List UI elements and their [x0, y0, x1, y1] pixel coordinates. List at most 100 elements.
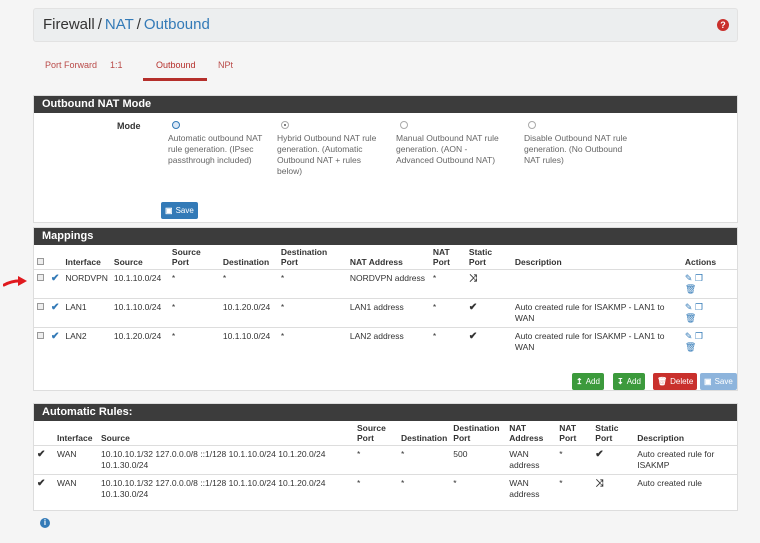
cell-nat-address: LAN1 address — [346, 298, 430, 328]
col-nat-address: NAT Address — [349, 257, 403, 267]
copy-icon[interactable]: ❐ — [695, 273, 703, 283]
radio-hybrid[interactable] — [281, 121, 289, 129]
col-static-port: Static Port — [595, 423, 619, 443]
row-checkbox[interactable] — [37, 274, 44, 281]
mappings-panel: Mappings Interface Source Source Port De… — [33, 227, 738, 391]
col-actions: Actions — [684, 257, 717, 267]
delete-button[interactable]: 🗑 Delete — [653, 373, 698, 390]
tab-port-forward[interactable]: Port Forward — [45, 60, 97, 70]
radio-disable[interactable] — [528, 121, 536, 129]
mode-label: Mode — [117, 121, 141, 131]
mode-option-text: Automatic outbound NAT rule generation. … — [168, 133, 263, 165]
cell-nat-port: * — [556, 474, 593, 503]
row-checkbox[interactable] — [37, 303, 44, 310]
table-row[interactable]: ✔ LAN2 10.1.20.0/24 * 10.1.10.0/24 * LAN… — [34, 327, 737, 356]
edit-icon[interactable]: ✎ — [685, 273, 693, 283]
edit-icon[interactable]: ✎ — [685, 302, 693, 312]
help-icon[interactable]: ? — [717, 19, 729, 31]
col-description: Description — [637, 433, 685, 443]
cell-destination: * — [219, 269, 278, 299]
copy-icon[interactable]: ❐ — [695, 331, 703, 341]
radio-automatic[interactable] — [172, 121, 180, 129]
cell-description: Auto created rule for ISAKMP — [634, 445, 737, 475]
static-check-icon: ✔ — [468, 302, 478, 313]
tab-npt[interactable]: NPt — [218, 60, 233, 70]
save-icon: ▣ — [704, 377, 712, 386]
mode-option-text: Manual Outbound NAT rule generation. (AO… — [396, 133, 499, 165]
col-destination-port: Destination Port — [453, 423, 500, 443]
radio-manual[interactable] — [400, 121, 408, 129]
delete-icon[interactable]: 🗑 — [685, 284, 696, 294]
cell-source-port: * — [354, 474, 398, 503]
mode-option-hybrid[interactable]: Hybrid Outbound NAT rule generation. (Au… — [277, 121, 387, 177]
shuffle-icon: ⤨ — [595, 478, 604, 489]
arrow-up-icon: ↥ — [576, 377, 583, 386]
row-checkbox[interactable] — [37, 332, 44, 339]
breadcrumb-nat[interactable]: NAT — [105, 16, 134, 33]
col-destination-port: Destination Port — [280, 247, 328, 267]
mode-save-button[interactable]: ▣ Save — [161, 202, 198, 219]
mode-option-manual[interactable]: Manual Outbound NAT rule generation. (AO… — [396, 121, 506, 166]
save-label: Save — [714, 377, 733, 386]
mode-option-text: Disable Outbound NAT rule generation. (N… — [524, 133, 628, 165]
arrow-down-icon: ↧ — [617, 377, 624, 386]
edit-icon[interactable]: ✎ — [685, 331, 693, 341]
tab-outbound[interactable]: Outbound — [156, 60, 196, 70]
mode-option-automatic[interactable]: Automatic outbound NAT rule generation. … — [168, 121, 278, 166]
breadcrumb-outbound[interactable]: Outbound — [144, 16, 210, 33]
col-nat-address: NAT Address — [509, 423, 544, 443]
copy-icon[interactable]: ❐ — [695, 302, 703, 312]
annotation-arrow-icon — [3, 276, 27, 287]
col-destination: Destination — [401, 433, 448, 443]
delete-icon[interactable]: 🗑 — [685, 313, 696, 323]
breadcrumb-separator: / — [97, 16, 102, 33]
info-icon[interactable]: i — [40, 518, 50, 528]
mappings-save-button[interactable]: ▣ Save — [700, 373, 737, 390]
cell-description: Auto created rule for ISAKMP - LAN1 to W… — [511, 298, 682, 328]
table-row[interactable]: ✔ NORDVPN 10.1.10.0/24 * * * NORDVPN add… — [34, 269, 737, 299]
add-rule-top-button[interactable]: ↥ Add — [572, 373, 604, 390]
select-all-checkbox[interactable] — [37, 258, 44, 265]
col-static-port: Static Port — [468, 247, 493, 267]
cell-description: Auto created rule — [634, 474, 737, 503]
save-label: Save — [175, 206, 194, 215]
cell-nat-address: WAN address — [506, 474, 557, 503]
delete-icon[interactable]: 🗑 — [685, 342, 696, 352]
enabled-check-icon: ✔ — [37, 449, 46, 460]
automatic-rules-panel: Automatic Rules: Interface Source Source… — [33, 403, 738, 511]
add-label: Add — [585, 377, 600, 386]
cell-description: Auto created rule for ISAKMP - LAN1 to W… — [511, 327, 682, 356]
cell-source: 10.1.10.0/24 — [110, 298, 169, 328]
cell-source: 10.1.10.0/24 — [110, 269, 169, 299]
mode-option-disable[interactable]: Disable Outbound NAT rule generation. (N… — [524, 121, 634, 166]
cell-destination: * — [398, 474, 451, 503]
enabled-check-icon[interactable]: ✔ — [51, 331, 59, 342]
cell-destination: 10.1.20.0/24 — [219, 298, 278, 328]
cell-nat-port: * — [429, 269, 466, 299]
cell-source: 10.1.20.0/24 — [110, 327, 169, 356]
outbound-nat-mode-panel: Outbound NAT Mode Mode Automatic outboun… — [33, 95, 738, 223]
table-row: ✔ WAN 10.10.10.1/32 127.0.0.0/8 ::1/128 … — [34, 474, 737, 503]
cell-destination: * — [398, 445, 451, 475]
tab-one-to-one[interactable]: 1:1 — [110, 60, 123, 70]
table-header-row: Interface Source Source Port Destination… — [34, 421, 737, 446]
cell-destination-port: * — [277, 269, 347, 299]
table-row[interactable]: ✔ LAN1 10.1.10.0/24 * 10.1.20.0/24 * LAN… — [34, 298, 737, 328]
enabled-check-icon[interactable]: ✔ — [51, 273, 59, 284]
cell-nat-port: * — [556, 445, 593, 475]
save-icon: ▣ — [165, 206, 173, 215]
enabled-check-icon[interactable]: ✔ — [51, 302, 59, 313]
enabled-check-icon: ✔ — [37, 478, 46, 489]
col-description: Description — [514, 257, 562, 267]
cell-source: 10.10.10.1/32 127.0.0.0/8 ::1/128 10.1.1… — [98, 445, 354, 475]
add-rule-bottom-button[interactable]: ↧ Add — [613, 373, 645, 390]
cell-nat-address: NORDVPN address — [346, 269, 430, 299]
breadcrumb: Firewall / NAT / Outbound — [43, 16, 210, 33]
cell-interface: LAN1 — [62, 298, 111, 328]
cell-destination-port: * — [450, 474, 507, 503]
cell-source-port: * — [354, 445, 398, 475]
breadcrumb-separator: / — [136, 16, 141, 33]
cell-interface: LAN2 — [62, 327, 111, 356]
panel-title: Automatic Rules: — [34, 404, 737, 421]
cell-interface: WAN — [54, 445, 98, 475]
